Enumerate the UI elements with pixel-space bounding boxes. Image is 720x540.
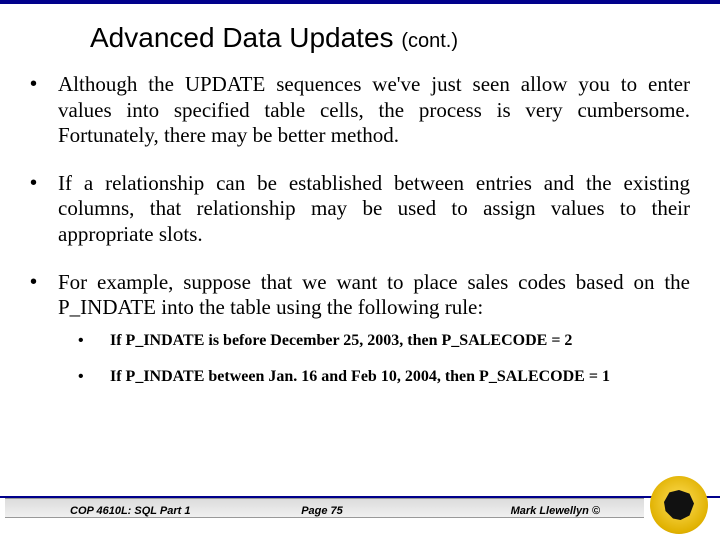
sub-bullet-item: • If P_INDATE between Jan. 16 and Feb 10… bbox=[78, 367, 690, 387]
bullet-text: For example, suppose that we want to pla… bbox=[58, 270, 690, 321]
bullet-item: • Although the UPDATE sequences we've ju… bbox=[30, 72, 690, 149]
footer-author: Mark Llewellyn © bbox=[511, 505, 600, 517]
sub-bullet-text: If P_INDATE between Jan. 16 and Feb 10, … bbox=[110, 367, 690, 387]
bullet-marker: • bbox=[78, 367, 110, 387]
pegasus-icon bbox=[664, 490, 694, 520]
sub-bullet-item: • If P_INDATE is before December 25, 200… bbox=[78, 331, 690, 351]
bullet-item: • If a relationship can be established b… bbox=[30, 171, 690, 248]
ucf-logo bbox=[650, 476, 708, 534]
title-cont: (cont.) bbox=[401, 30, 458, 52]
slide-title: Advanced Data Updates (cont.) bbox=[90, 22, 690, 54]
bullet-marker: • bbox=[30, 72, 58, 149]
logo-circle bbox=[650, 476, 708, 534]
bullet-marker: • bbox=[30, 270, 58, 321]
slide-body: Advanced Data Updates (cont.) • Although… bbox=[0, 4, 720, 387]
sub-bullet-list: • If P_INDATE is before December 25, 200… bbox=[78, 331, 690, 387]
bullet-text: If a relationship can be established bet… bbox=[58, 171, 690, 248]
bullet-text: Although the UPDATE sequences we've just… bbox=[58, 72, 690, 149]
bullet-list: • Although the UPDATE sequences we've ju… bbox=[30, 72, 690, 321]
title-main: Advanced Data Updates bbox=[90, 22, 401, 53]
sub-bullet-text: If P_INDATE is before December 25, 2003,… bbox=[110, 331, 690, 351]
bullet-marker: • bbox=[30, 171, 58, 248]
bullet-item: • For example, suppose that we want to p… bbox=[30, 270, 690, 321]
bullet-marker: • bbox=[78, 331, 110, 351]
